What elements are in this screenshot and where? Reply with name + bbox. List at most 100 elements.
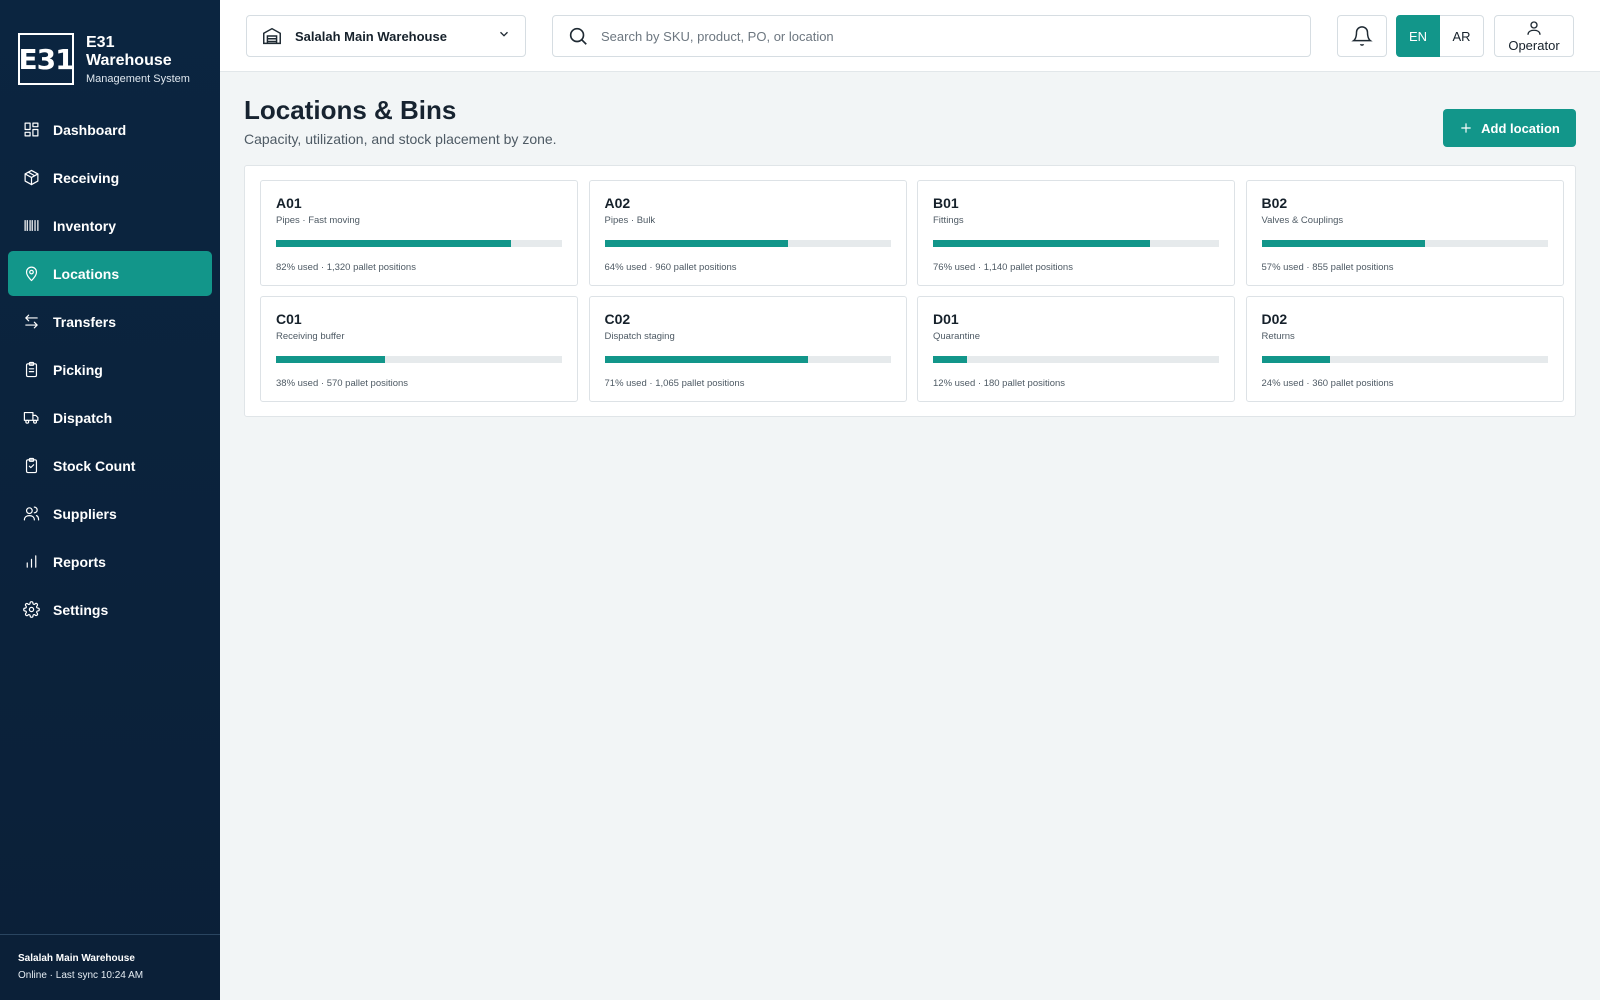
sidebar-item-settings[interactable]: Settings xyxy=(8,587,212,632)
page-subtitle: Capacity, utilization, and stock placeme… xyxy=(244,131,557,147)
gear-icon xyxy=(22,601,40,619)
utilization-fill xyxy=(604,240,788,247)
sidebar-item-label: Inventory xyxy=(53,217,117,234)
location-meta: 82% used · 1,320 pallet positions xyxy=(276,262,416,273)
location-card[interactable]: B02 Valves & Couplings 57% used · 855 pa… xyxy=(1245,180,1564,286)
search-input[interactable] xyxy=(601,28,1296,44)
location-code: A01 xyxy=(276,195,302,211)
sidebar-item-stock-count[interactable]: Stock Count xyxy=(8,443,212,488)
sidebar-item-label: Dispatch xyxy=(53,409,113,426)
warehouse-icon xyxy=(263,27,281,45)
plus-icon xyxy=(1461,123,1471,133)
location-card[interactable]: D01 Quarantine 12% used · 180 pallet pos… xyxy=(917,296,1235,402)
chevron-down-icon xyxy=(497,27,511,46)
add-location-button[interactable]: Add location xyxy=(1443,109,1576,147)
brand-subtitle: Management System xyxy=(86,72,190,85)
location-meta: 12% used · 180 pallet positions xyxy=(933,378,1066,389)
location-card[interactable]: A02 Pipes · Bulk 64% used · 960 pallet p… xyxy=(588,180,907,286)
sidebar-item-label: Receiving xyxy=(53,169,120,186)
sidebar-item-picking[interactable]: Picking xyxy=(8,347,212,392)
utilization-bar xyxy=(604,240,891,247)
location-code: C02 xyxy=(604,311,631,327)
utilization-bar xyxy=(933,240,1219,247)
location-meta: 24% used · 360 pallet positions xyxy=(1261,378,1394,389)
footer-warehouse-name: Salalah Main Warehouse xyxy=(18,953,135,964)
location-meta: 57% used · 855 pallet positions xyxy=(1261,262,1394,273)
location-description: Quarantine xyxy=(933,331,981,342)
search-icon xyxy=(569,27,587,45)
utilization-fill xyxy=(933,356,968,363)
location-code: D01 xyxy=(933,311,959,327)
location-card[interactable]: A01 Pipes · Fast moving 82% used · 1,320… xyxy=(260,180,578,286)
sidebar-item-label: Reports xyxy=(53,553,106,570)
sync-status: Online · Last sync 10:24 AM xyxy=(18,970,144,981)
sidebar-item-receiving[interactable]: Receiving xyxy=(8,155,212,200)
sidebar-item-label: Transfers xyxy=(53,313,117,330)
utilization-fill xyxy=(933,240,1151,247)
location-description: Dispatch staging xyxy=(604,331,675,342)
sidebar-item-label: Dashboard xyxy=(53,121,127,138)
sidebar-item-locations[interactable]: Locations xyxy=(8,251,212,296)
utilization-fill xyxy=(1261,356,1331,363)
utilization-bar xyxy=(604,356,891,363)
bell-icon xyxy=(1351,26,1373,46)
sidebar-item-dashboard[interactable]: Dashboard xyxy=(8,107,212,152)
utilization-bar xyxy=(276,240,562,247)
location-description: Pipes · Bulk xyxy=(604,215,656,226)
sidebar-item-reports[interactable]: Reports xyxy=(8,539,212,584)
sidebar-item-suppliers[interactable]: Suppliers xyxy=(8,491,212,536)
sidebar: E31 E31 Warehouse Management System Dash… xyxy=(0,0,220,1000)
location-meta: 38% used · 570 pallet positions xyxy=(276,378,409,389)
notifications-button[interactable] xyxy=(1337,15,1387,57)
lang-en-button[interactable]: EN xyxy=(1396,15,1440,57)
sidebar-item-inventory[interactable]: Inventory xyxy=(8,203,212,248)
location-description: Returns xyxy=(1261,331,1295,342)
sidebar-item-transfers[interactable]: Transfers xyxy=(8,299,212,344)
location-code: A02 xyxy=(604,195,631,211)
dashboard-icon xyxy=(22,121,40,139)
utilization-fill xyxy=(604,356,808,363)
sidebar-nav: Dashboard Receiving Inventory Locations … xyxy=(0,107,220,632)
location-code: B01 xyxy=(933,195,959,211)
location-meta: 71% used · 1,065 pallet positions xyxy=(604,378,745,389)
users-icon xyxy=(22,505,40,523)
location-card[interactable]: C01 Receiving buffer 38% used · 570 pall… xyxy=(260,296,578,402)
location-card[interactable]: D02 Returns 24% used · 360 pallet positi… xyxy=(1245,296,1564,402)
locations-panel: A01 Pipes · Fast moving 82% used · 1,320… xyxy=(244,165,1576,417)
utilization-fill xyxy=(276,240,511,247)
sidebar-item-label: Locations xyxy=(53,265,120,282)
location-code: B02 xyxy=(1261,195,1288,211)
location-code: C01 xyxy=(276,311,302,327)
warehouse-select[interactable]: Salalah Main Warehouse xyxy=(246,15,526,57)
lang-ar-button[interactable]: AR xyxy=(1440,15,1484,57)
clipboard-list-icon xyxy=(22,361,40,379)
user-icon xyxy=(1527,21,1541,35)
sidebar-item-dispatch[interactable]: Dispatch xyxy=(8,395,212,440)
location-meta: 76% used · 1,140 pallet positions xyxy=(933,262,1073,273)
truck-icon xyxy=(22,409,40,427)
brand-title: E31 Warehouse xyxy=(86,33,172,69)
box-icon xyxy=(22,169,40,187)
location-description: Receiving buffer xyxy=(276,331,345,342)
location-card[interactable]: C02 Dispatch staging 71% used · 1,065 pa… xyxy=(588,296,907,402)
location-card[interactable]: B01 Fittings 76% used · 1,140 pallet pos… xyxy=(917,180,1235,286)
search-box xyxy=(552,15,1311,57)
brand: E31 E31 Warehouse Management System xyxy=(0,0,220,96)
add-location-label: Add location xyxy=(1481,120,1560,136)
utilization-bar xyxy=(1261,356,1548,363)
utilization-fill xyxy=(1261,240,1425,247)
bar-chart-icon xyxy=(22,553,40,571)
location-description: Pipes · Fast moving xyxy=(276,215,360,226)
utilization-bar xyxy=(276,356,562,363)
logo: E31 xyxy=(18,33,75,85)
location-code: D02 xyxy=(1261,311,1288,327)
clipboard-check-icon xyxy=(22,457,40,475)
utilization-bar xyxy=(933,356,1219,363)
location-description: Fittings xyxy=(933,215,964,226)
language-toggle: EN AR xyxy=(1396,15,1484,57)
location-description: Valves & Couplings xyxy=(1261,215,1344,226)
sidebar-footer: Salalah Main Warehouse Online · Last syn… xyxy=(0,934,220,1000)
utilization-bar xyxy=(1261,240,1548,247)
top-bar: Salalah Main Warehouse EN AR Operator xyxy=(220,0,1600,72)
user-menu-button[interactable]: Operator xyxy=(1494,15,1574,57)
